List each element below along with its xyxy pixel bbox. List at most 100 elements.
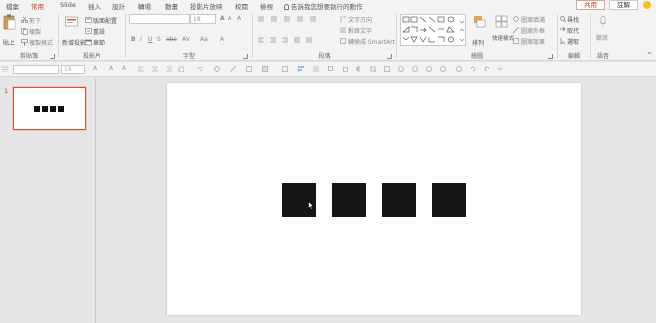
comments-button[interactable]: 註解 — [609, 0, 638, 10]
arrange-label[interactable]: 排列 — [472, 38, 484, 47]
paragraph-launcher-icon[interactable] — [387, 54, 392, 59]
smartart-label[interactable]: 轉換成 SmartArt — [348, 37, 395, 46]
text-direction-icon[interactable] — [340, 16, 346, 22]
slide-canvas[interactable] — [167, 83, 581, 315]
font-size-combo[interactable]: 18 — [190, 14, 216, 24]
quick-fill-icon[interactable] — [214, 66, 220, 72]
quick-font-name-combo[interactable] — [13, 65, 59, 74]
new-slide-icon[interactable] — [65, 14, 79, 30]
paste-icon[interactable] — [3, 14, 16, 30]
font-name-combo[interactable] — [129, 14, 190, 24]
shadow-icon[interactable]: S — [157, 36, 161, 43]
quick-action-icon[interactable] — [440, 66, 446, 72]
align-icons[interactable] — [258, 37, 328, 44]
quick-link-icon[interactable] — [412, 66, 418, 72]
shape-fill-label[interactable]: 圖案填滿 — [521, 15, 545, 24]
quick-styles-icon[interactable] — [495, 15, 509, 31]
microphone-icon[interactable] — [599, 16, 607, 28]
black-square-shape[interactable] — [382, 183, 416, 217]
black-square-shape[interactable] — [282, 183, 316, 217]
quick-outline-icon[interactable] — [230, 66, 236, 72]
char-spacing-icon[interactable]: AV — [182, 36, 190, 43]
font-color-icon[interactable]: A — [220, 36, 225, 45]
quick-group-icon[interactable] — [282, 66, 288, 72]
quick-styles-label[interactable]: 快速樣式 — [492, 34, 514, 42]
format-painter-label[interactable]: 複製格式 — [29, 38, 53, 47]
shape-outline-icon[interactable] — [513, 27, 519, 33]
quick-send-backward-icon[interactable] — [342, 66, 348, 72]
paste-label[interactable]: 貼上 — [3, 38, 15, 47]
quick-flip-icon[interactable] — [356, 66, 362, 72]
find-label[interactable]: 尋找 — [567, 15, 579, 24]
section-icon[interactable] — [85, 39, 92, 46]
quick-distribute-icon[interactable] — [313, 66, 319, 72]
shape-effects-icon[interactable] — [513, 38, 519, 44]
quick-undo-icon[interactable] — [470, 66, 476, 72]
quick-comment-icon[interactable] — [426, 66, 432, 72]
quick-shrink-font-icon[interactable]: A — [109, 65, 113, 72]
copy-icon[interactable] — [21, 28, 28, 35]
quick-font-size-combo[interactable]: 18 — [61, 65, 85, 74]
list-indent-icons[interactable] — [258, 16, 328, 23]
bold-icon[interactable]: B — [131, 36, 136, 43]
black-square-shape[interactable] — [432, 183, 466, 217]
shrink-font-icon[interactable]: A — [228, 16, 231, 22]
layout-label[interactable]: 版面配置 — [93, 16, 117, 25]
replace-label[interactable]: 取代 — [567, 26, 579, 35]
quick-rotate-icon[interactable] — [197, 66, 203, 72]
text-direction-label[interactable]: 文字方向 — [348, 15, 372, 24]
copy-label[interactable]: 複製 — [29, 27, 41, 36]
format-painter-icon[interactable] — [21, 39, 28, 46]
quick-align-right-icon[interactable] — [166, 66, 172, 72]
italic-icon[interactable]: I — [140, 36, 142, 43]
quick-more-icon[interactable] — [456, 66, 462, 72]
quick-shape-icon[interactable] — [178, 66, 184, 72]
grow-font-icon[interactable]: A — [220, 15, 225, 22]
reset-icon[interactable] — [85, 28, 92, 35]
quick-customize-chevron-icon[interactable] — [497, 66, 503, 72]
shape-effects-label[interactable]: 圖案效果 — [521, 37, 545, 46]
clipboard-launcher-icon[interactable] — [50, 54, 55, 59]
find-icon[interactable] — [560, 16, 566, 22]
replace-icon[interactable] — [560, 27, 566, 33]
cut-label[interactable]: 剪下 — [29, 16, 41, 25]
quick-crop-icon[interactable] — [370, 66, 376, 72]
arrange-icon[interactable] — [473, 15, 487, 31]
quick-bring-forward-icon[interactable] — [328, 66, 334, 72]
select-label[interactable]: 選取 — [567, 37, 579, 46]
font-launcher-icon[interactable] — [243, 54, 248, 59]
layout-icon[interactable] — [85, 17, 92, 23]
section-label[interactable]: 章節 — [93, 38, 105, 47]
shape-fill-icon[interactable] — [513, 16, 519, 22]
black-square-shape[interactable] — [332, 183, 366, 217]
shapes-gallery[interactable] — [400, 14, 466, 46]
drawing-launcher-icon[interactable] — [548, 54, 553, 59]
quick-font-color-icon[interactable]: A — [122, 65, 126, 72]
clear-format-icon[interactable]: A — [237, 15, 241, 22]
quick-effects-icon[interactable] — [246, 66, 252, 72]
smartart-icon[interactable] — [340, 38, 346, 44]
tab-slide[interactable]: Slide — [60, 1, 76, 9]
quick-align-left-icon[interactable] — [138, 66, 144, 72]
quick-align-objects-icon[interactable] — [298, 66, 304, 72]
quick-align-center-icon[interactable] — [152, 66, 158, 72]
slide-thumbnail-1[interactable] — [13, 87, 86, 130]
share-button[interactable]: 共用 — [576, 0, 605, 10]
quick-grow-font-icon[interactable]: A — [93, 65, 97, 72]
strikethrough-icon[interactable]: abc — [166, 36, 177, 43]
collapse-ribbon-icon[interactable]: ^ — [647, 52, 652, 59]
dictate-label[interactable]: 聽寫 — [596, 33, 608, 42]
cut-icon[interactable] — [21, 17, 28, 23]
quick-size-icon[interactable] — [384, 66, 390, 72]
shapes-gallery-icons[interactable] — [401, 15, 465, 45]
align-text-icon[interactable] — [340, 27, 346, 33]
quick-style-icon[interactable] — [262, 66, 268, 72]
change-case-icon[interactable]: Aa — [200, 36, 208, 43]
underline-icon[interactable]: U — [148, 36, 152, 43]
align-text-label[interactable]: 對齊文字 — [348, 26, 372, 35]
reset-label[interactable]: 重設 — [93, 27, 105, 36]
quick-redo-icon[interactable] — [484, 66, 490, 72]
feedback-smiley-icon[interactable] — [643, 1, 651, 9]
select-icon[interactable] — [560, 38, 566, 44]
quick-picture-icon[interactable] — [398, 66, 404, 72]
